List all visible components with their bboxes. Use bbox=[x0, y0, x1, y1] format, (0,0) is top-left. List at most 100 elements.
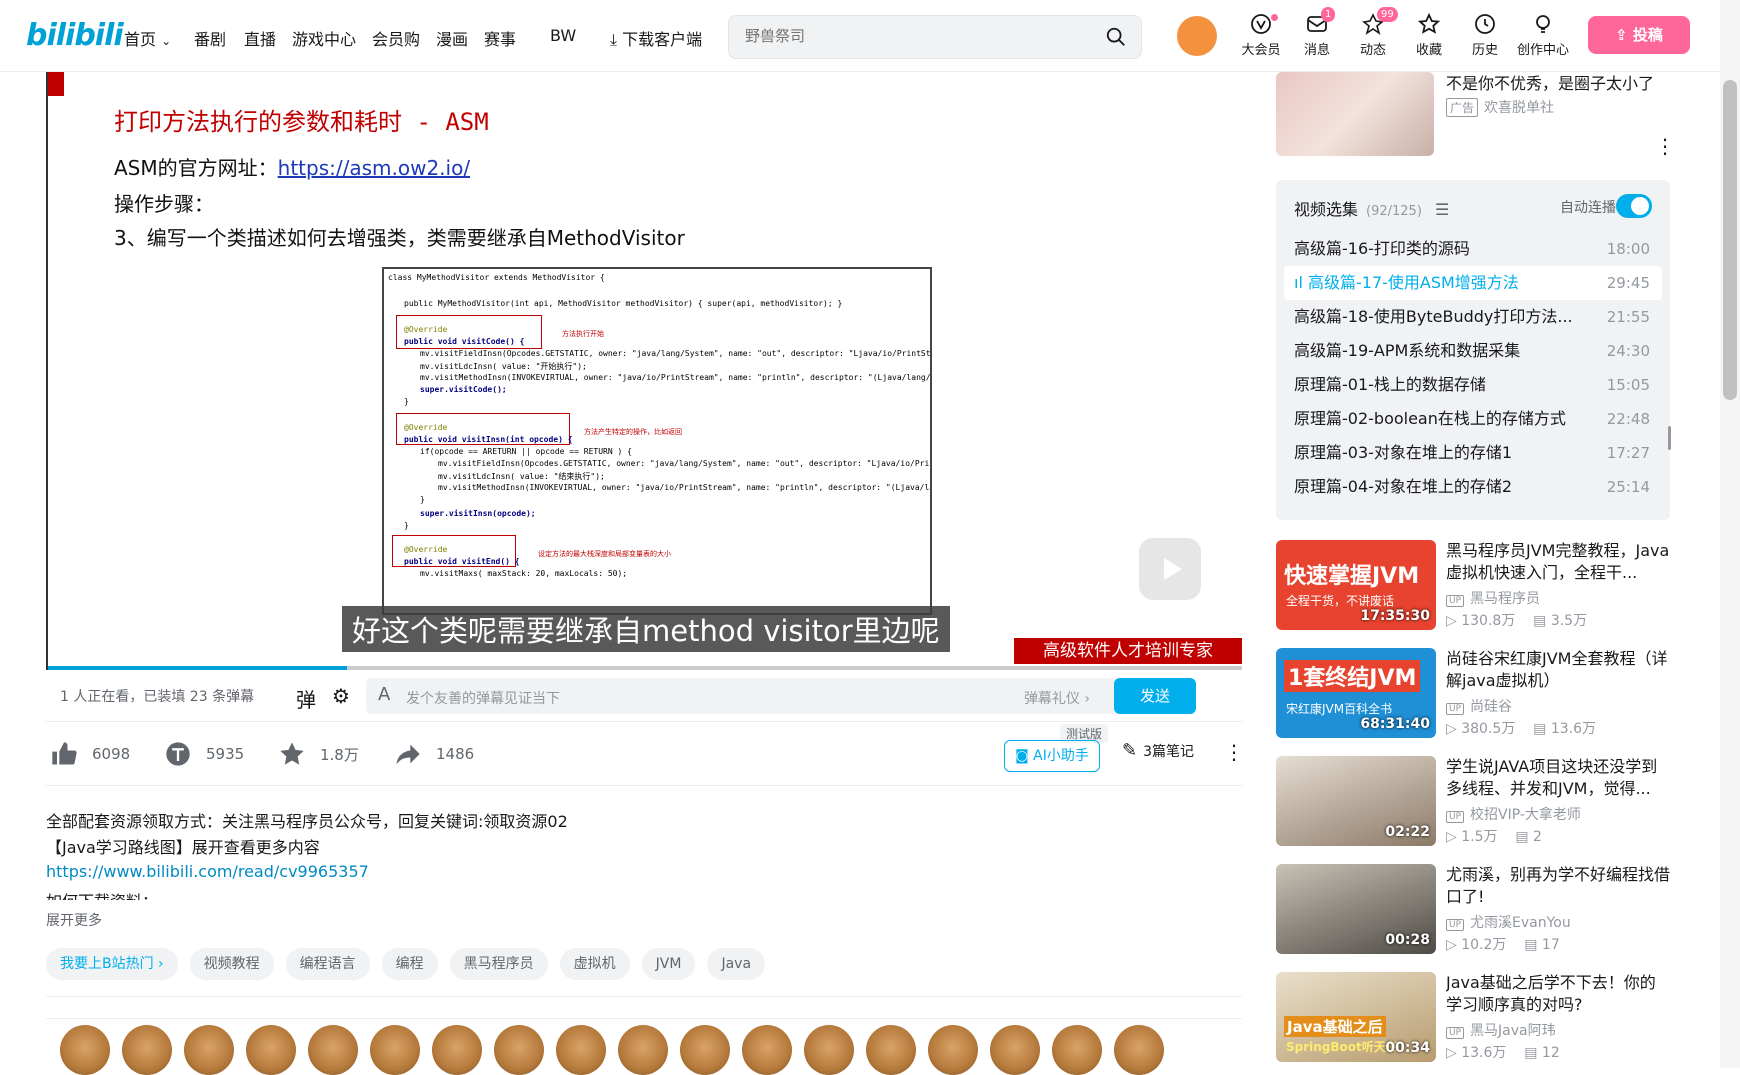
recommend-item[interactable]: 快速掌握JVM 全程干货，不讲废话 17:35:30 黑马程序员JVM完整教程，… bbox=[1276, 540, 1670, 632]
header-dynamic[interactable]: 99 动态 bbox=[1343, 7, 1403, 58]
code-line: class MyMethodVisitor extends MethodVisi… bbox=[388, 273, 605, 282]
tag[interactable]: 编程 bbox=[381, 948, 438, 980]
nav-home[interactable]: 首页 ⌄ bbox=[124, 26, 171, 50]
thumb-title: Java基础之后 bbox=[1284, 1016, 1386, 1037]
uploader[interactable]: UP 尤雨溪EvanYou bbox=[1446, 912, 1571, 932]
video-player[interactable]: 打印方法执行的参数和耗时 - ASM ASM的官方网址：https://asm.… bbox=[46, 72, 1242, 670]
danmaku-input[interactable]: A 发个友善的弹幕见证当下 弹幕礼仪 › 发送 bbox=[366, 678, 1196, 714]
nav-download-client[interactable]: ⤓ 下载客户端 bbox=[610, 26, 702, 50]
nav-live[interactable]: 直播 bbox=[244, 26, 276, 50]
playlist-item[interactable]: 原理篇-03-对象在堆上的存储1 17:27 bbox=[1284, 436, 1662, 470]
playlist-item[interactable]: 原理篇-04-对象在堆上的存储2 25:14 bbox=[1284, 470, 1662, 504]
page-scrollbar[interactable] bbox=[1720, 0, 1740, 1068]
danmaku-toggle-icon[interactable]: 弹 bbox=[296, 684, 316, 713]
recommend-item[interactable]: 1套终结JVM 宋红康JVM百科全书 68:31:40 尚硅谷宋红康JVM全套教… bbox=[1276, 648, 1670, 740]
up-badge: UP bbox=[1446, 595, 1465, 607]
coin-button[interactable]: 5935 bbox=[164, 740, 244, 768]
video-title[interactable]: 尚硅谷宋红康JVM全套教程（详解java虚拟机） bbox=[1446, 648, 1670, 692]
bilibili-logo[interactable]: bilibili bbox=[26, 18, 124, 53]
tag[interactable]: 虚拟机 bbox=[559, 948, 630, 980]
nav-mall[interactable]: 会员购 bbox=[372, 26, 420, 50]
nav-anime[interactable]: 番剧 bbox=[194, 26, 226, 50]
upload-button[interactable]: ⇪ 投稿 bbox=[1588, 16, 1690, 54]
tag[interactable]: JVM bbox=[641, 948, 696, 980]
header-vip[interactable]: 大会员 bbox=[1231, 12, 1291, 58]
cat-banner[interactable] bbox=[46, 1018, 1242, 1075]
upload-icon: ⇪ bbox=[1615, 26, 1628, 44]
notes-button[interactable]: ✎ 3篇笔记 bbox=[1122, 740, 1194, 761]
list-icon[interactable]: ☰ bbox=[1435, 200, 1449, 219]
ad-title[interactable]: 不是你不优秀，是圈子太小了 bbox=[1446, 70, 1654, 94]
autoplay-toggle[interactable] bbox=[1616, 194, 1652, 218]
video-title[interactable]: Java基础之后学不下去！你的学习顺序真的对吗? bbox=[1446, 972, 1670, 1016]
danmaku-settings-icon[interactable]: ⚙ bbox=[332, 684, 350, 708]
favorite-button[interactable]: 1.8万 bbox=[278, 740, 359, 768]
danmaku-bar: 1 人正在看，已装填 23 条弹幕 弹 ⚙ A 发个友善的弹幕见证当下 弹幕礼仪… bbox=[46, 670, 1242, 722]
tag[interactable]: 黑马程序员 bbox=[449, 948, 548, 980]
code-note: 方法产生特定的操作，比如返回 bbox=[584, 428, 682, 436]
history-label: 历史 bbox=[1471, 43, 1498, 58]
header-history[interactable]: 历史 bbox=[1455, 12, 1515, 58]
video-thumbnail[interactable]: Java基础之后 SpringBoot听天书 00:34 bbox=[1276, 972, 1436, 1062]
nav-bw[interactable]: BW bbox=[550, 26, 576, 45]
thumbs-up-icon bbox=[52, 742, 77, 765]
playlist-item[interactable]: 高级篇-19-APM系统和数据采集 24:30 bbox=[1284, 334, 1662, 368]
playlist-item[interactable]: 原理篇-02-boolean在栈上的存储方式 22:48 bbox=[1284, 402, 1662, 436]
playlist-item[interactable]: 高级篇-16-打印类的源码 18:00 bbox=[1284, 232, 1662, 266]
video-title[interactable]: 尤雨溪，别再为学不好编程找借口了! bbox=[1446, 864, 1670, 908]
playlist-item[interactable]: 高级篇-18-使用ByteBuddy打印方法... 21:55 bbox=[1284, 300, 1662, 334]
up-badge: UP bbox=[1446, 919, 1465, 931]
nav-manga[interactable]: 漫画 bbox=[436, 26, 468, 50]
dynamic-badge: 99 bbox=[1377, 7, 1398, 22]
video-thumbnail[interactable]: 1套终结JVM 宋红康JVM百科全书 68:31:40 bbox=[1276, 648, 1436, 738]
uploader[interactable]: UP 校招VIP-大拿老师 bbox=[1446, 804, 1581, 824]
divider bbox=[46, 785, 1242, 786]
tag-hot[interactable]: 我要上B站热门 › bbox=[46, 948, 178, 980]
header-creator-center[interactable]: 创作中心 bbox=[1513, 12, 1573, 58]
uploader[interactable]: UP 黑马程序员 bbox=[1446, 588, 1540, 608]
header-favorites[interactable]: 收藏 bbox=[1399, 12, 1459, 58]
nav-game-center[interactable]: 游戏中心 bbox=[292, 26, 356, 50]
share-button[interactable]: 1486 bbox=[394, 740, 474, 768]
avatar[interactable] bbox=[1177, 16, 1217, 56]
send-button[interactable]: 发送 bbox=[1114, 678, 1196, 714]
tag[interactable]: 视频教程 bbox=[189, 948, 274, 980]
bulb-icon bbox=[1536, 15, 1550, 33]
header-message[interactable]: 1 消息 bbox=[1287, 7, 1347, 58]
video-title[interactable]: 学生说JAVA项目这块还没学到多线程、并发和JVM，觉得... bbox=[1446, 756, 1670, 800]
recommend-item[interactable]: 00:28 尤雨溪，别再为学不好编程找借口了! UP 尤雨溪EvanYou ▷ 1… bbox=[1276, 864, 1670, 956]
recommend-item[interactable]: Java基础之后 SpringBoot听天书 00:34 Java基础之后学不下… bbox=[1276, 972, 1670, 1064]
playlist-item[interactable]: 原理篇-01-栈上的数据存储 15:05 bbox=[1284, 368, 1662, 402]
ad-thumbnail[interactable] bbox=[1276, 72, 1434, 156]
chevron-down-icon: ⌄ bbox=[161, 34, 172, 48]
uploader[interactable]: UP 黑马Java阿玮 bbox=[1446, 1020, 1556, 1040]
video-title[interactable]: 黑马程序员JVM完整教程，Java虚拟机快速入门，全程干... bbox=[1446, 540, 1670, 584]
nav-match[interactable]: 赛事 bbox=[484, 26, 516, 50]
playlist-header: 视频选集 (92/125) ☰ bbox=[1294, 200, 1450, 219]
search-icon[interactable] bbox=[1105, 26, 1127, 48]
ad-source: 广告 欢喜脱单社 bbox=[1446, 97, 1554, 117]
video-thumbnail[interactable]: 00:28 bbox=[1276, 864, 1436, 954]
ai-assistant-button[interactable]: ◙ AI小助手 bbox=[1004, 740, 1100, 772]
playlist-scrollbar[interactable] bbox=[1668, 426, 1671, 450]
desc-link[interactable]: https://www.bilibili.com/read/cv9965357 bbox=[46, 862, 369, 881]
recommend-item[interactable]: 02:22 学生说JAVA项目这块还没学到多线程、并发和JVM，觉得... UP… bbox=[1276, 756, 1670, 848]
search-input[interactable] bbox=[745, 27, 1085, 45]
message-label: 消息 bbox=[1303, 43, 1330, 58]
play-icon[interactable] bbox=[1139, 538, 1201, 600]
slide-line-url: ASM的官方网址：https://asm.ow2.io/ bbox=[114, 156, 471, 180]
video-thumbnail[interactable]: 快速掌握JVM 全程干货，不讲废话 17:35:30 bbox=[1276, 540, 1436, 630]
video-thumbnail[interactable]: 02:22 bbox=[1276, 756, 1436, 846]
like-button[interactable]: 6098 bbox=[50, 740, 130, 768]
text-style-icon[interactable]: A bbox=[378, 684, 390, 705]
more-icon[interactable]: ⋮ bbox=[1655, 134, 1675, 158]
scrollbar-thumb[interactable] bbox=[1723, 80, 1737, 400]
tag[interactable]: Java bbox=[707, 948, 766, 980]
uploader[interactable]: UP 尚硅谷 bbox=[1446, 696, 1512, 716]
danmaku-etiquette-link[interactable]: 弹幕礼仪 › bbox=[1024, 688, 1090, 708]
expand-more-button[interactable]: 展开更多 bbox=[46, 910, 102, 930]
playlist-item-active[interactable]: ıl 高级篇-17-使用ASM增强方法 29:45 bbox=[1284, 266, 1662, 300]
share-count: 1486 bbox=[436, 745, 475, 763]
more-icon[interactable]: ⋮ bbox=[1224, 740, 1244, 764]
tag[interactable]: 编程语言 bbox=[285, 948, 370, 980]
